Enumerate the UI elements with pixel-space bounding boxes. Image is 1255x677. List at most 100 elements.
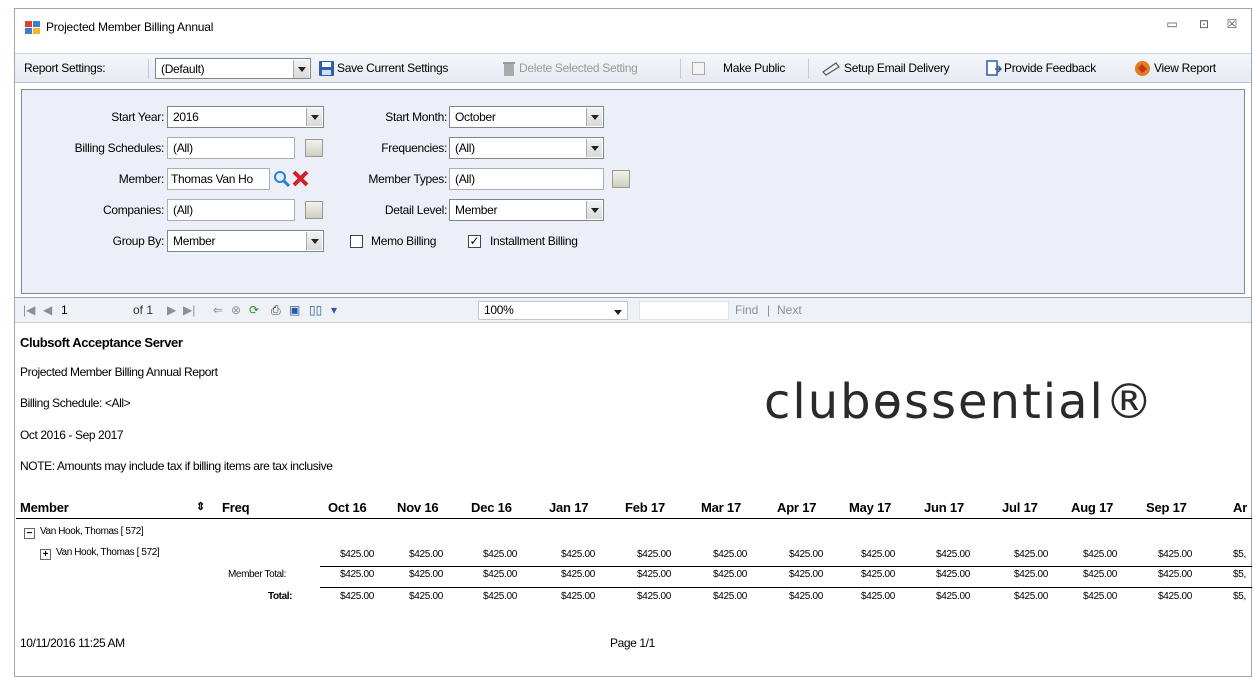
row-divider [320,566,1252,567]
footer-page: Page 1/1 [610,636,655,650]
amount-cell: $425.00 [788,591,823,602]
edit-list-icon[interactable] [305,201,323,219]
window-title: Projected Member Billing Annual [46,20,214,34]
next-page-icon[interactable]: ▶ [167,303,176,317]
frequencies-label: Frequencies: [381,141,447,155]
amount-cell: $425.00 [636,549,671,560]
billing-schedules-field[interactable]: (All) [167,137,295,159]
start-year-select[interactable]: 2016 [167,106,324,128]
last-page-icon[interactable]: ▶| [183,303,195,317]
amount-cell: $425.00 [408,591,443,602]
column-header-month: Oct 16 [328,500,367,515]
memo-billing-checkbox[interactable] [350,235,363,248]
member-field[interactable]: Thomas Van Ho [167,168,270,190]
print-layout-icon[interactable]: ▣ [289,303,300,317]
amount-cell: $425.00 [860,569,895,580]
first-page-icon[interactable]: |◀ [23,303,35,317]
amount-cell: $425.00 [560,569,595,580]
feedback-icon [986,60,1002,76]
member-label: Member: [118,172,165,186]
column-header-month: Apr 17 [777,500,817,515]
companies-value: (All) [173,203,193,217]
header-divider [16,518,1252,519]
close-icon[interactable]: ☒ [1221,17,1243,31]
amount-cell: $425.00 [408,569,443,580]
group-by-value: Member [173,234,216,248]
amount-cell: $425.00 [339,569,374,580]
column-header-month: Jan 17 [549,500,589,515]
amount-cell: $425.00 [636,591,671,602]
stop-icon[interactable]: ⊗ [231,303,241,317]
edit-list-icon[interactable] [612,170,630,188]
back-icon[interactable]: ⇐ [213,303,223,317]
amount-cell: $425.00 [482,569,517,580]
report-parameters-panel: Start Year: 2016 Start Month: October Bi… [21,89,1245,294]
report-settings-label: Report Settings: [24,61,106,75]
expand-icon[interactable]: + [40,549,51,560]
member-types-field[interactable]: (All) [449,168,604,190]
amount-cell: $425.00 [1013,549,1048,560]
collapse-icon[interactable]: − [24,528,35,539]
save-settings-button[interactable]: Save Current Settings [337,61,448,75]
toolbar-separator [148,59,149,79]
chevron-down-icon [586,139,602,157]
delete-setting-button[interactable]: Delete Selected Setting [519,61,638,75]
column-header-month: May 17 [849,500,892,515]
print-icon[interactable]: ⎙ [271,303,281,318]
previous-page-icon[interactable]: ◀ [43,303,52,317]
column-header-month: Ar [1233,500,1248,515]
total-label: Total: [268,591,293,602]
companies-field[interactable]: (All) [167,199,295,221]
installment-billing-checkbox[interactable]: ✓ [468,235,481,248]
billing-schedules-value: (All) [173,141,193,155]
column-header-freq: Freq [222,500,250,515]
amount-cell: $425.00 [1082,549,1117,560]
minimize-icon[interactable]: ▭ [1161,17,1183,31]
save-icon [319,61,334,76]
amount-cell: $425.00 [712,549,747,560]
find-input[interactable] [639,301,729,320]
amount-cell: $425.00 [560,549,595,560]
annual-amount-cell: $5, [1233,569,1247,580]
row-divider [320,587,1252,588]
column-header-month: Jul 17 [1002,500,1038,515]
member-row-label: Van Hook, Thomas [ 572] [56,547,160,558]
refresh-icon[interactable]: ⟳ [249,303,259,317]
frequencies-select[interactable]: (All) [449,137,604,159]
detail-level-select[interactable]: Member [449,199,604,221]
amount-cell: $425.00 [712,569,747,580]
provide-feedback-button[interactable]: Provide Feedback [1004,61,1096,75]
member-value: Thomas Van Ho [171,172,253,186]
chevron-down-icon [306,108,322,126]
setup-email-delivery-button[interactable]: Setup Email Delivery [844,61,950,75]
zoom-value: 100% [484,303,514,317]
sort-icon[interactable]: ⇕ [196,500,205,513]
email-icon [822,62,840,76]
make-public-checkbox[interactable] [692,62,705,75]
clear-icon[interactable] [292,170,309,187]
amount-cell: $425.00 [482,549,517,560]
companies-label: Companies: [102,203,164,217]
amount-cell: $425.00 [1013,591,1048,602]
amount-cell: $425.00 [1157,569,1192,580]
chevron-down-icon [306,232,322,250]
start-month-select[interactable]: October [449,106,604,128]
maximize-icon[interactable]: ⊡ [1193,17,1215,31]
find-next-button[interactable]: Next [777,303,802,317]
export-icon[interactable]: ▾ [331,303,337,317]
group-by-label: Group By: [112,234,165,248]
edit-list-icon[interactable] [305,139,323,157]
start-year-value: 2016 [173,110,199,124]
report-settings-toolbar: Report Settings: (Default) Save Current … [15,53,1251,83]
amount-cell: $425.00 [935,549,970,560]
view-report-button[interactable]: View Report [1154,61,1216,75]
zoom-select[interactable]: 100% [478,301,628,320]
find-button[interactable]: Find [735,303,758,317]
search-icon[interactable] [273,170,290,187]
group-by-select[interactable]: Member [167,230,324,252]
column-header-member: Member [20,500,69,515]
current-page-input[interactable]: 1 [61,303,68,317]
page-setup-icon[interactable]: ▯▯ [309,303,322,317]
detail-level-value: Member [455,203,498,217]
report-settings-select[interactable]: (Default) [155,58,311,79]
